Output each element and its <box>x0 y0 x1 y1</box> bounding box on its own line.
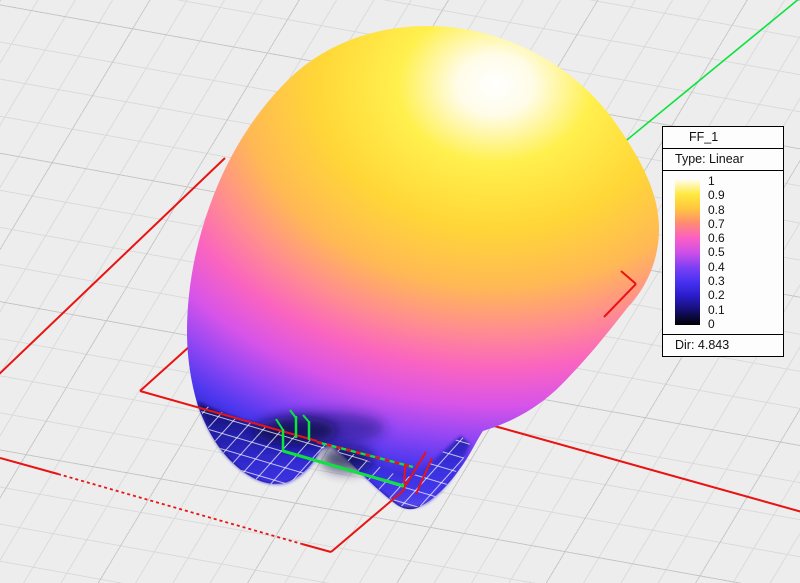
legend-panel: FF_1 Type: Linear 10.90.80.70.60.50.40.3… <box>662 126 784 357</box>
red-edge-south-up <box>331 490 404 552</box>
colorbar-tick-label: 0.8 <box>708 203 725 217</box>
colorbar-tick-label: 0.1 <box>708 303 725 317</box>
colorbar-tick-label: 0.9 <box>708 188 725 202</box>
viewport-3d[interactable]: FF_1 Type: Linear 10.90.80.70.60.50.40.3… <box>0 0 800 583</box>
colorbar-tick-label: 0.3 <box>708 274 725 288</box>
colorbar-swatch <box>675 180 700 325</box>
red-edge-bottom-c <box>302 544 331 552</box>
colorbar-area: 10.90.80.70.60.50.40.30.20.10 <box>663 171 783 334</box>
red-edge-bottom-a <box>0 458 58 474</box>
legend-directivity: Dir: 4.843 <box>663 334 783 356</box>
red-edge-lower-right <box>455 415 800 512</box>
colorbar-tick-label: 0.2 <box>708 288 725 302</box>
legend-scale-type: Type: Linear <box>663 149 783 171</box>
legend-title: FF_1 <box>663 127 783 149</box>
colorbar-tick-label: 0.5 <box>708 245 725 259</box>
colorbar-tick-label: 0 <box>708 317 725 331</box>
red-edge-bottom-b <box>58 474 302 544</box>
colorbar-tick-label: 0.7 <box>708 217 725 231</box>
colorbar-tick-label: 0.4 <box>708 260 725 274</box>
colorbar-tick-label: 0.6 <box>708 231 725 245</box>
colorbar-tick-label: 1 <box>708 174 725 188</box>
colorbar-ticks: 10.90.80.70.60.50.40.30.20.10 <box>708 174 725 331</box>
